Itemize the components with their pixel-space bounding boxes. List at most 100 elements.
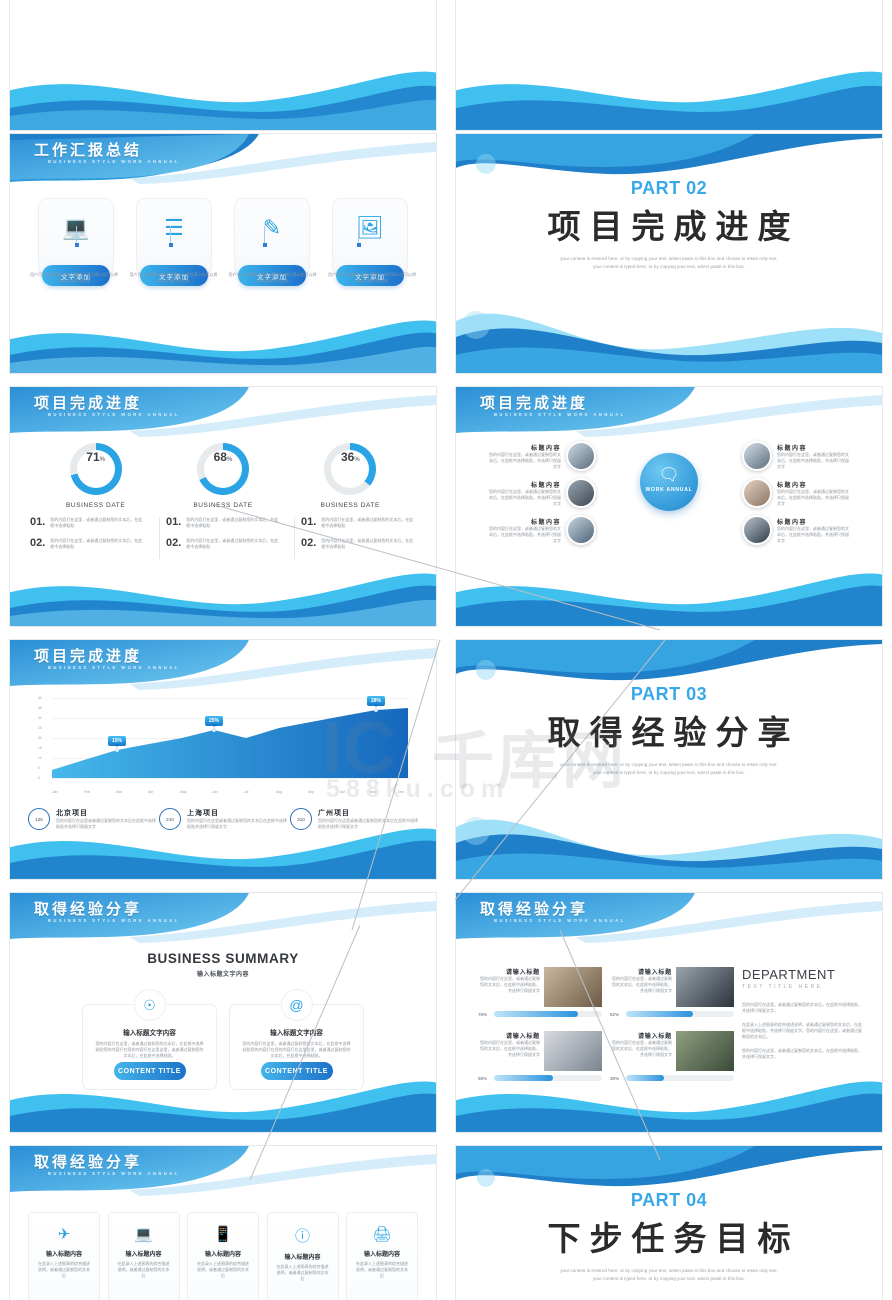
slide-top-right-partial[interactable]: 请输入标题文字 请输入标题文字 BUSINESS TITLE BUSINESS … <box>455 0 883 131</box>
printer-icon: 🖨 <box>372 1226 392 1243</box>
hub-item-text: 您的内容打在这里，或者通过复制您的文本后，在此框中选择粘贴，并选择只保留文字 <box>777 488 849 506</box>
summary-card[interactable]: @ 输入标题文字内容 您的内容打在这里，或者通过复制您的文本后，在此框中选择粘贴… <box>229 989 364 1090</box>
list-text: 您的内容打在这里，或者通过复制您的文本后，在此框中选择粘贴 <box>321 538 414 549</box>
slide-part04[interactable]: PART 04 下步任务目标 your content is entered h… <box>455 1145 883 1300</box>
feature-card[interactable]: ✎ 文字添加 <box>234 198 310 286</box>
hub-photo <box>566 478 596 508</box>
hub-item-title: 标题内容 <box>530 519 561 526</box>
slide-donuts[interactable]: 项目完成进度 BUSINESS STYLE WORK ANNUAL 71 % B… <box>9 386 437 627</box>
donut-chart: 36 % <box>324 443 377 495</box>
progress-label: 55% <box>478 1075 488 1081</box>
city-name: 北京项目 <box>56 810 88 817</box>
progress-label: 78% <box>478 1011 488 1017</box>
x-tick: Jun <box>212 790 218 794</box>
department-block[interactable]: 请输入标题 您的内容打在这里，或者通过复制您的文本后，在此框中选择粘贴，并选择只… <box>478 967 602 1007</box>
slide-title: 项目完成进度 <box>34 648 143 665</box>
list-text: 您的内容打在这里，或者通过复制您的文本后，在此框中选择粘贴 <box>50 538 143 549</box>
timeline-card-title: 输入标题内容 <box>204 1252 241 1258</box>
hub-item-title: 标题内容 <box>530 445 561 452</box>
content-title-button[interactable]: CONTENT TITLE <box>260 1062 333 1080</box>
ribbon-text-wrap: 取得经验分享 BUSINESS STYLE WORK ANNUAL <box>10 1146 436 1196</box>
timeline-card-title: 输入标题内容 <box>284 1255 321 1261</box>
slide-part02[interactable]: PART 02 项目完成进度 your content is entered h… <box>455 133 883 374</box>
hub-item[interactable]: 标题内容 您的内容打在这里，或者通过复制您的文本后，在此框中选择粘贴，并选择只保… <box>742 515 852 545</box>
list-index: 02. <box>30 537 46 549</box>
donut-value: 71 <box>86 450 100 464</box>
summary-card[interactable]: ☉ 输入标题文字内容 您的内容打在这里，或者通过复制您的文本后，在此框中选择粘贴… <box>82 989 217 1090</box>
content-title-button[interactable]: CONTENT TITLE <box>113 1062 186 1080</box>
y-tick: 5 <box>38 766 40 770</box>
x-tick: Jul <box>244 790 249 794</box>
timeline-card-text: 在此录入上述图表的综合描述说明，或者通过复制您的文本后 <box>197 1261 249 1278</box>
y-tick: 0 <box>38 776 40 780</box>
x-tick: Mar <box>116 790 122 794</box>
slide-timeline[interactable]: 取得经验分享 BUSINESS STYLE WORK ANNUAL ✈ 输入标题… <box>9 1145 437 1300</box>
hub-item[interactable]: 标题内容 您的内容打在这里，或者通过复制您的文本后，在此框中选择粘贴，并选择只保… <box>742 478 852 508</box>
donut-value: 36 <box>340 450 355 464</box>
timeline-card-text: 在此录入上述图表的综合描述说明，或者通过复制您的文本后 <box>38 1261 90 1278</box>
x-tick: Aug <box>276 790 283 794</box>
slide-subtitle: BUSINESS STYLE WORK ANNUAL <box>48 918 180 923</box>
slide-department[interactable]: 取得经验分享 BUSINESS STYLE WORK ANNUAL 请输入标题 … <box>455 892 883 1133</box>
hub-item[interactable]: 标题内容 您的内容打在这里，或者通过复制您的文本后，在此框中选择粘贴，并选择只保… <box>486 515 596 545</box>
department-block[interactable]: 请输入标题 您的内容打在这里，或者通过复制您的文本后，在此框中选择粘贴，并选择只… <box>610 1031 734 1071</box>
slide-subtitle: BUSINESS STYLE WORK ANNUAL <box>494 918 626 923</box>
hub-photo <box>742 478 772 508</box>
timeline-card[interactable]: ✈ 输入标题内容 在此录入上述图表的综合描述说明，或者通过复制您的文本后 <box>28 1212 100 1300</box>
presenter-icon: 🗨 <box>658 465 680 484</box>
slide-top-left-partial[interactable]: 请在此处输入数据内容 DATA2025.XX.XX PROJECT NAMEMA… <box>9 0 437 131</box>
slide-hub[interactable]: 项目完成进度 BUSINESS STYLE WORK ANNUAL 🗨 WORK… <box>455 386 883 627</box>
slide-title: 取得经验分享 <box>34 1154 143 1171</box>
part-en-line2: your content is typed here, or by copyin… <box>593 264 745 269</box>
department-block[interactable]: 请输入标题 您的内容打在这里，或者通过复制您的文本后，在此框中选择粘贴，并选择只… <box>478 1031 602 1071</box>
department-block[interactable]: 请输入标题 您的内容打在这里，或者通过复制您的文本后，在此框中选择粘贴，并选择只… <box>610 967 734 1007</box>
city-name: 上海项目 <box>187 810 219 817</box>
timeline-card-title: 输入标题内容 <box>45 1252 82 1258</box>
data-label: 28% <box>366 696 386 707</box>
connector-stem <box>262 226 267 247</box>
x-tick: May <box>180 790 187 794</box>
hub-item-title: 标题内容 <box>777 519 808 526</box>
feature-card[interactable]: ☰ 文字添加 <box>136 198 212 286</box>
hub-circle[interactable]: 🗨 WORK ANNUAL <box>640 453 698 511</box>
summary-subheading: 输入标题文字内容 <box>196 972 249 978</box>
slide-title: 工作汇报总结 <box>34 142 143 159</box>
timeline-card[interactable]: 📱 输入标题内容 在此录入上述图表的综合描述说明，或者通过复制您的文本后 <box>187 1212 259 1300</box>
timeline-curve <box>310 1296 420 1300</box>
timeline-card[interactable]: 🖨 输入标题内容 在此录入上述图表的综合描述说明，或者通过复制您的文本后 <box>346 1212 418 1300</box>
connector-stem <box>74 226 79 247</box>
hub-item[interactable]: 标题内容 您的内容打在这里，或者通过复制您的文本后，在此框中选择粘贴，并选择只保… <box>486 441 596 471</box>
hub-item-text: 您的内容打在这里，或者通过复制您的文本后，在此框中选择粘贴，并选择只保留文字 <box>777 525 849 543</box>
list-index: 01. <box>166 516 182 528</box>
slide-subtitle: BUSINESS STYLE WORK ANNUAL <box>48 159 180 164</box>
slide-work-summary[interactable]: 工作汇报总结 BUSINESS STYLE WORK ANNUAL 💻 文字添加… <box>9 133 437 374</box>
timeline-card[interactable]: 💻 输入标题内容 在此录入上述图表的综合描述说明，或者通过复制您的文本后 <box>107 1212 180 1300</box>
x-tick: Dec <box>398 790 405 794</box>
block-text: 您的内容打在这里，或者通过复制您的文本后，在此框中选择粘贴，并选择只保留文字 <box>612 1040 672 1057</box>
city-item[interactable]: 210 上海项目 您的内容打在这里或者通过复制您的文本后在此框中选择粘贴并选择只… <box>159 808 287 830</box>
wave-decoration <box>10 828 436 879</box>
part-block: PART 02 项目完成进度 your content is entered h… <box>456 178 882 271</box>
timeline-card[interactable]: ⓘ 输入标题内容 在此录入上述图表的综合描述说明，或者通过复制您的文本后 <box>266 1212 339 1300</box>
hub-item[interactable]: 标题内容 您的内容打在这里，或者通过复制您的文本后，在此框中选择粘贴，并选择只保… <box>742 441 852 471</box>
block-photo <box>544 1031 602 1071</box>
slide-area-chart[interactable]: 项目完成进度 BUSINESS STYLE WORK ANNUAL 40 35 … <box>9 639 437 880</box>
city-text: 您的内容打在这里或者通过复制您的文本后在此框中选择粘贴并选择只保留文字 <box>187 818 287 829</box>
city-name: 广州项目 <box>318 810 350 817</box>
slide-business-summary[interactable]: 取得经验分享 BUSINESS STYLE WORK ANNUAL BUSINE… <box>9 892 437 1133</box>
city-item[interactable]: 125 北京项目 您的内容打在这里或者通过复制您的文本后在此框中选择粘贴并选择只… <box>28 808 156 830</box>
city-item[interactable]: 310 广州项目 您的内容打在这里或者通过复制您的文本后在此框中选择粘贴并选择只… <box>290 808 418 830</box>
feature-card[interactable]: 🖼 文字添加 <box>332 198 408 286</box>
summary-heading: BUSINESS SUMMARY <box>147 951 299 966</box>
summary-card-title: 输入标题文字内容 <box>123 1030 176 1037</box>
summary-cards: ☉ 输入标题文字内容 您的内容打在这里，或者通过复制您的文本后，在此框中选择粘贴… <box>82 989 364 1090</box>
part-block: PART 04 下步任务目标 your content is entered h… <box>456 1190 882 1283</box>
block-text: 您的内容打在这里，或者通过复制您的文本后，在此框中选择粘贴，并选择只保留文字 <box>480 976 540 993</box>
hub-item[interactable]: 标题内容 您的内容打在这里，或者通过复制您的文本后，在此框中选择粘贴，并选择只保… <box>486 478 596 508</box>
slide-part03[interactable]: PART 03 取得经验分享 your content is entered h… <box>455 639 883 880</box>
timeline-card-title: 输入标题内容 <box>125 1252 162 1258</box>
hub-item-title: 标题内容 <box>777 482 808 489</box>
slide-title: 项目完成进度 <box>34 395 143 412</box>
part-en-line1: your content is entered here, or by copy… <box>560 256 778 261</box>
summary-card-title: 输入标题文字内容 <box>270 1030 323 1037</box>
